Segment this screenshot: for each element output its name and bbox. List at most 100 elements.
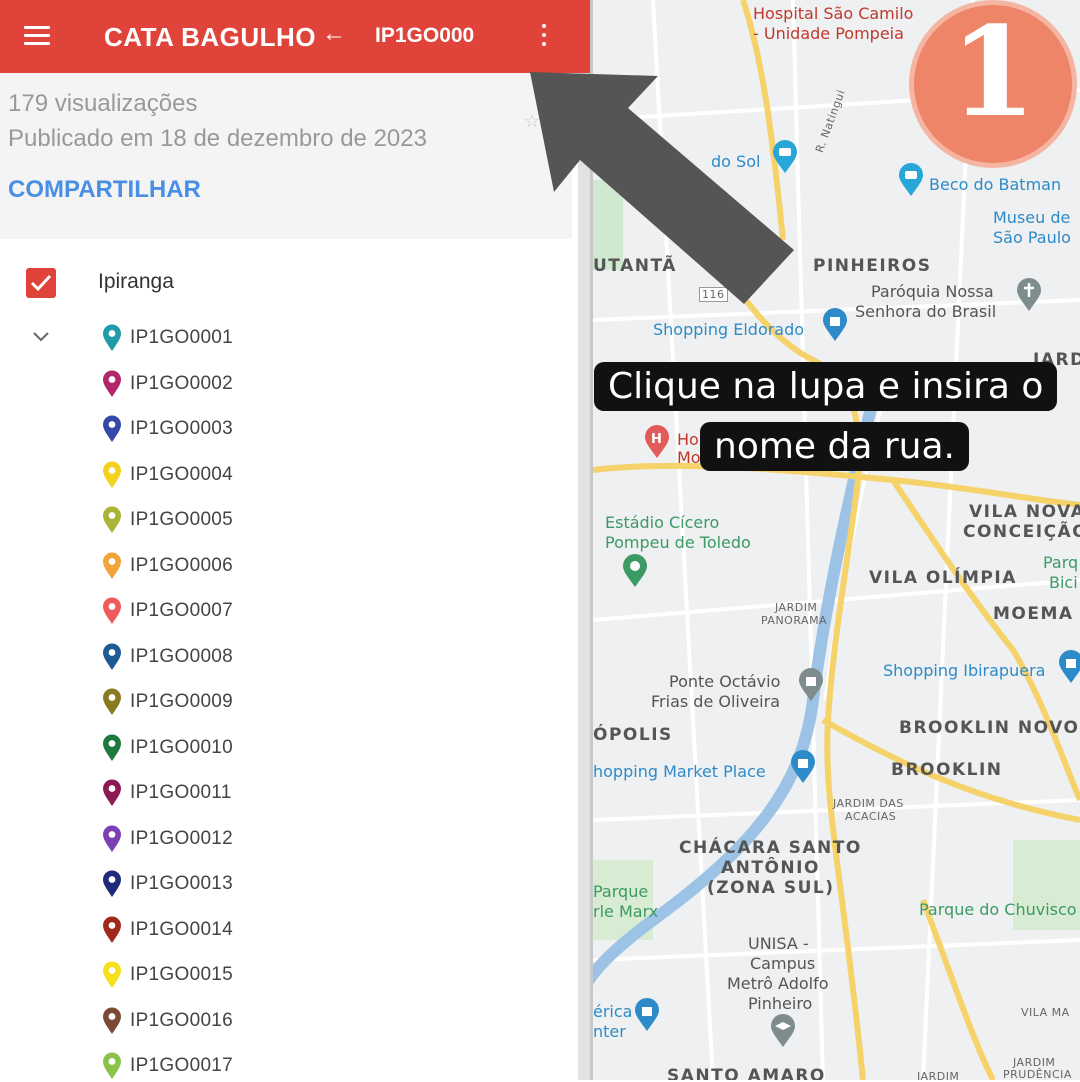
list-item-label: IP1GO0005 xyxy=(130,509,234,530)
map-label-museu: Museu de xyxy=(993,208,1071,227)
list-item[interactable]: IP1GO0011 xyxy=(102,777,402,809)
map-label-hosp-m: Mo xyxy=(677,448,701,467)
list-item-label: IP1GO0001 xyxy=(130,327,234,348)
map-pin-icon xyxy=(103,779,121,806)
published-date: Publicado em 18 de dezembro de 2023 xyxy=(8,125,427,152)
map-label-jardim-acacias-2: ACACIAS xyxy=(845,810,897,823)
list-item-label: IP1GO0015 xyxy=(130,964,234,985)
map-label-paroquia: Paróquia Nossa xyxy=(871,282,994,301)
layer-list: Ipiranga IP1GO0001 IP1GO0002 IP1GO0003 IP1G… xyxy=(0,240,578,1080)
list-item-label: IP1GO0011 xyxy=(130,782,232,803)
list-item-label: IP1GO0017 xyxy=(130,1055,234,1076)
list-item-label: IP1GO0004 xyxy=(130,463,234,485)
map-label-jardim-bottom: JARDIM xyxy=(917,1070,960,1080)
map-pin-icon xyxy=(103,324,121,351)
map-label-hosp-h: Ho xyxy=(677,430,699,449)
checkbox-checked-icon xyxy=(30,274,52,292)
list-item-label: IP1GO0014 xyxy=(130,918,234,940)
map-label-vila-nova-2: CONCEIÇÃO xyxy=(963,522,1080,542)
list-item[interactable]: IP1GO0012 xyxy=(102,823,402,855)
list-item[interactable]: IP1GO0008 xyxy=(102,641,402,673)
map-label-jardim-prudencia-2: PRUDÊNCIA xyxy=(1003,1068,1072,1080)
layer-checkbox[interactable] xyxy=(26,268,56,298)
list-item[interactable]: IP1GO0006 xyxy=(102,550,402,582)
map-label-santo-amaro: SANTO AMARO xyxy=(667,1066,826,1080)
map-label-pinheiros: PINHEIROS xyxy=(813,256,932,276)
church-poi-icon[interactable] xyxy=(1015,278,1043,312)
map-pin-icon xyxy=(103,870,121,897)
map-label-shopping-ibirapuera: Shopping Ibirapuera xyxy=(883,661,1046,680)
map-label-market-place: hopping Market Place xyxy=(593,762,766,781)
app-title: CATA BAGULHO xyxy=(104,22,317,52)
share-button[interactable]: COMPARTILHAR xyxy=(8,176,201,204)
landmark-poi-icon[interactable] xyxy=(797,668,825,702)
chevron-down-icon[interactable] xyxy=(32,330,50,348)
menu-icon[interactable] xyxy=(24,26,50,46)
map-label-chacara-3: (ZONA SUL) xyxy=(707,878,835,898)
map-pin-icon xyxy=(103,1007,121,1034)
list-item-label: IP1GO0010 xyxy=(130,736,234,758)
list-item[interactable]: IP1GO0003 xyxy=(102,413,402,445)
map-pin-icon xyxy=(103,552,121,579)
list-item[interactable]: IP1GO0005 xyxy=(102,504,402,536)
pointer-arrow-icon xyxy=(530,72,794,304)
map-label-rica-2: nter xyxy=(593,1022,626,1041)
map-label-jardim-acacias: JARDIM DAS xyxy=(833,797,904,810)
list-item[interactable]: IP1GO0002 xyxy=(102,368,402,400)
map-label-jardim-panorama: JARDIM xyxy=(775,601,818,614)
map-label-vila-ma: VILA MA xyxy=(1021,1006,1070,1019)
list-item[interactable]: IP1GO0016 xyxy=(102,1005,402,1037)
list-item-label: IP1GO0016 xyxy=(130,1009,234,1031)
step-number: 1 xyxy=(949,0,1037,145)
instruction-tooltip-line1: Clique na lupa e insira o xyxy=(594,362,1058,411)
camera-poi-icon[interactable] xyxy=(897,163,925,197)
map-label-estadio: Estádio Cícero xyxy=(605,513,720,532)
shopping-poi-icon[interactable] xyxy=(789,750,817,784)
hospital-poi-icon[interactable]: H xyxy=(643,425,671,459)
map-label-brooklin-novo: BROOKLIN NOVO xyxy=(899,718,1080,738)
list-item[interactable]: IP1GO0015 xyxy=(102,959,402,991)
map-label-estadio-2: Pompeu de Toledo xyxy=(605,533,751,552)
map-label-vila-olimpia: VILA OLÍMPIA xyxy=(869,568,1017,588)
more-vert-icon[interactable] xyxy=(540,24,548,50)
view-count: 179 visualizações xyxy=(8,90,198,117)
list-item-label: IP1GO0013 xyxy=(130,873,234,894)
list-item[interactable]: IP1GO0001 xyxy=(102,322,402,354)
list-item[interactable]: IP1GO0004 xyxy=(102,459,402,491)
map-pin-icon xyxy=(103,506,121,533)
map-label-parque-marx-2: rle Marx xyxy=(593,902,659,921)
map-pin-icon xyxy=(103,734,121,761)
map-label-ponte-2: Frias de Oliveira xyxy=(651,692,780,711)
shopping-poi-icon[interactable] xyxy=(821,308,849,342)
layer-title: IP1GO000 xyxy=(375,24,475,47)
map-label-unisa-2: Campus xyxy=(750,954,816,973)
map-label-hospital: Hospital São Camilo xyxy=(753,4,914,23)
stadium-poi-icon[interactable] xyxy=(621,554,649,588)
map-pin-icon xyxy=(103,688,121,715)
map-label-unisa: UNISA - xyxy=(748,934,809,953)
layer-name: Ipiranga xyxy=(98,270,174,293)
svg-text:H: H xyxy=(651,432,662,447)
map-label-jardim-panorama-2: PANORAMA xyxy=(761,614,828,627)
list-item[interactable]: IP1GO0014 xyxy=(102,914,402,946)
shopping-poi-icon[interactable] xyxy=(633,998,661,1032)
list-item[interactable]: IP1GO0010 xyxy=(102,732,402,764)
app-header: CATA BAGULHO ← IP1GO000 xyxy=(0,0,593,73)
map-label-opolis: ÓPOLIS xyxy=(593,725,673,745)
map-label-parque-chuvisco: Parque do Chuvisco xyxy=(919,900,1077,919)
instruction-tooltip-line2: nome da rua. xyxy=(700,422,969,471)
back-arrow-icon[interactable]: ← xyxy=(322,20,346,48)
map-label-hospital-unit: - Unidade Pompeia xyxy=(753,24,904,43)
list-item-label: IP1GO0009 xyxy=(130,691,234,712)
list-item[interactable]: IP1GO0017 xyxy=(102,1050,402,1082)
list-item[interactable]: IP1GO0009 xyxy=(102,686,402,718)
shopping-poi-icon[interactable] xyxy=(1057,650,1080,684)
school-poi-icon[interactable] xyxy=(769,1014,797,1048)
list-item[interactable]: IP1GO0013 xyxy=(102,868,402,900)
list-item[interactable]: IP1GO0007 xyxy=(102,595,402,627)
step-badge: 1 xyxy=(909,0,1077,168)
map-label-chacara-2: ANTÔNIO xyxy=(721,858,820,878)
map-label-parq: Parq xyxy=(1043,553,1079,572)
map-label-unisa-3: Metrô Adolfo xyxy=(727,974,829,993)
map-pin-icon xyxy=(103,461,121,488)
